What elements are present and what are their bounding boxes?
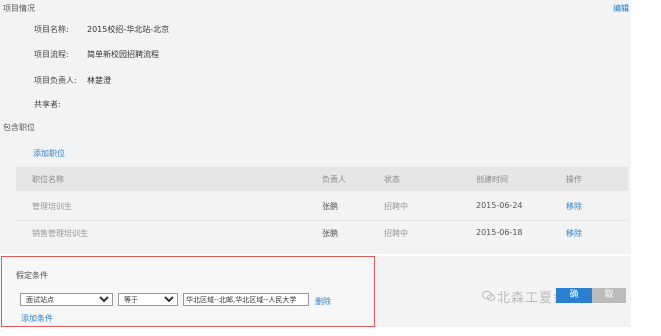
position-owner: 张鹏 [322, 229, 338, 238]
project-name-value: 2015校招-华北站-北京 [87, 25, 170, 34]
remove-position-button[interactable]: 移除 [566, 228, 582, 239]
remove-condition-button[interactable]: 删除 [315, 296, 331, 307]
add-condition-link[interactable]: 添加条件 [21, 313, 53, 324]
header-position-name: 职位名称 [32, 175, 64, 184]
edit-link[interactable]: 编辑 [613, 3, 629, 14]
sharer-label: 共享者: [34, 100, 61, 109]
header-owner: 负责人 [322, 175, 346, 184]
header-created: 创建时间 [476, 175, 508, 184]
watermark-logo-icon [482, 290, 495, 302]
positions-title: 包含职位 [3, 123, 35, 132]
position-owner: 张鹏 [322, 202, 338, 211]
condition-highlight-box [1, 256, 375, 327]
project-name-label: 项目名称: [34, 25, 69, 34]
position-created: 2015-06-18 [476, 228, 523, 237]
position-name: 销售管理培训生 [32, 229, 88, 238]
condition-value-input[interactable] [183, 293, 309, 306]
condition-title: 假定条件 [16, 271, 48, 280]
confirm-button[interactable]: 确 [556, 288, 592, 303]
add-position-link[interactable]: 添加职位 [33, 148, 65, 159]
project-owner-value: 林楚澄 [87, 76, 111, 85]
position-status: 招聘中 [384, 229, 408, 238]
position-name: 管理培训生 [32, 202, 72, 211]
cancel-button[interactable]: 取 [592, 288, 626, 303]
condition-field-select[interactable]: 面试站点 [20, 293, 113, 306]
project-info-title: 项目情况 [3, 4, 35, 13]
remove-position-button[interactable]: 移除 [566, 201, 582, 212]
project-flow-value: 简单新校园招聘流程 [87, 50, 159, 59]
header-actions: 操作 [566, 175, 582, 184]
header-status: 状态 [384, 175, 400, 184]
project-owner-label: 项目负责人: [34, 76, 77, 85]
condition-operator-select[interactable]: 等于 [118, 293, 178, 306]
position-created: 2015-06-24 [476, 201, 523, 210]
position-status: 招聘中 [384, 202, 408, 211]
project-flow-label: 项目流程: [34, 50, 69, 59]
